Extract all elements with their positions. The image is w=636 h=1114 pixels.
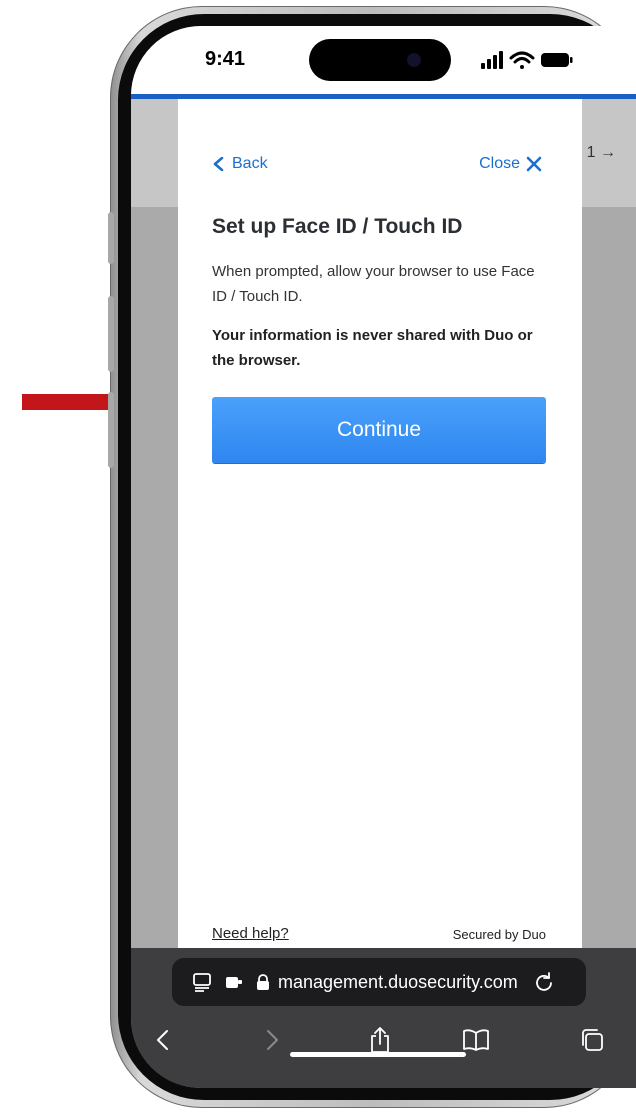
share-icon	[371, 1027, 389, 1053]
tabs-icon	[582, 1029, 603, 1051]
browser-bottom-bar: management.duosecurity.com	[131, 948, 636, 1088]
lock-icon	[257, 974, 269, 990]
setup-modal: Back Close Set up Face ID / Touch ID Whe…	[178, 99, 582, 974]
back-icon	[157, 1030, 168, 1050]
chevron-left-icon	[213, 157, 224, 171]
secured-by-duo: Secured by Duo	[452, 927, 546, 942]
status-time: 9:41	[205, 48, 246, 70]
camera-dot	[407, 53, 421, 67]
close-label: Close	[479, 155, 520, 172]
dynamic-island	[309, 39, 451, 81]
volume-down-button	[108, 392, 114, 468]
forward-button[interactable]	[252, 1020, 292, 1060]
need-help-link[interactable]: Need help?	[212, 925, 289, 942]
back-button[interactable]	[143, 1020, 183, 1060]
back-label: Back	[232, 155, 268, 172]
setup-description: When prompted, allow your browser to use…	[212, 263, 535, 305]
bookmarks-icon	[463, 1029, 489, 1051]
background-partial-text: 1 →	[586, 144, 616, 161]
cellular-signal-icon	[481, 51, 503, 69]
wifi-icon	[509, 51, 535, 69]
volume-up-button	[108, 296, 114, 372]
back-link[interactable]: Back	[212, 155, 268, 173]
continue-button[interactable]: Continue	[212, 397, 546, 463]
close-link[interactable]: Close	[479, 155, 542, 173]
reload-icon[interactable]	[534, 972, 554, 992]
close-icon	[526, 156, 542, 172]
url-text: management.duosecurity.com	[278, 971, 518, 992]
extension-icon[interactable]	[224, 972, 244, 992]
address-bar[interactable]: management.duosecurity.com	[172, 958, 586, 1006]
tab-layout-icon[interactable]	[192, 972, 212, 992]
action-button	[108, 212, 114, 264]
home-indicator[interactable]	[290, 1052, 466, 1057]
status-bar: 9:41	[131, 26, 636, 94]
status-icons	[481, 51, 573, 69]
phone-screen: 9:41 1 → Back Close Set up Face ID / Tou…	[131, 26, 636, 1088]
page-title: Set up Face ID / Touch ID	[212, 215, 463, 238]
privacy-note: Your information is never shared with Du…	[212, 327, 533, 369]
forward-icon	[267, 1030, 278, 1050]
battery-icon	[541, 53, 573, 67]
tabs-button[interactable]	[572, 1020, 612, 1060]
